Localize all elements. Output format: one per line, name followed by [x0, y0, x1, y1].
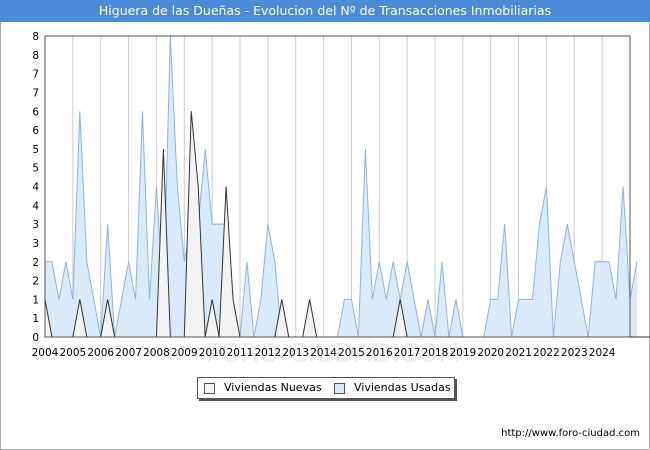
y-tick-label: 1: [32, 313, 39, 325]
x-tick-label: 2017: [394, 347, 421, 359]
y-tick-label: 2: [32, 276, 39, 288]
y-tick-label: 3: [32, 238, 39, 250]
footer-url: http://www.foro-ciudad.com: [501, 428, 640, 439]
y-tick-label: 8: [32, 31, 39, 43]
x-tick-label: 2021: [505, 347, 532, 359]
x-tick-label: 2007: [115, 347, 142, 359]
y-tick-label: 5: [32, 144, 39, 156]
x-tick-label: 2004: [32, 347, 59, 359]
y-tick-label: 7: [32, 69, 39, 81]
chart-area: FORO-CIUDAD.COM 01122334455667788 2004 20…: [32, 31, 650, 369]
x-tick-label: 2008: [143, 347, 170, 359]
x-tick-label: 2011: [227, 347, 254, 359]
x-tick-label: 2018: [422, 347, 449, 359]
y-tick-label: 4: [32, 200, 39, 212]
legend-swatch-nuevas: [204, 383, 215, 394]
x-tick-label: 2024: [589, 347, 616, 359]
y-tick-label: 2: [32, 257, 39, 269]
x-tick-label: 2012: [254, 347, 281, 359]
x-tick-label: 2016: [366, 347, 393, 359]
legend-label-nuevas: Viviendas Nuevas: [224, 381, 322, 394]
y-tick-label: 0: [32, 332, 39, 344]
x-tick-label: 2013: [282, 347, 309, 359]
x-tick-label: 2019: [449, 347, 476, 359]
legend-swatch-usadas: [334, 383, 345, 394]
x-tick-label: 2014: [310, 347, 337, 359]
y-tick-label: 8: [32, 50, 39, 62]
y-tick-label: 3: [32, 219, 39, 231]
legend-label-usadas: Viviendas Usadas: [354, 381, 451, 394]
x-tick-label: 2009: [171, 347, 198, 359]
x-tick-label: 2006: [87, 347, 114, 359]
y-tick-label: 5: [32, 163, 39, 175]
y-tick-label: 6: [32, 125, 39, 137]
y-tick-label: 7: [32, 87, 39, 99]
y-axis-ticks: 0 1 1 2 2 3 3 4 4 5 5 6 6 7 7 8 8: [32, 31, 39, 344]
series-viviendas-usadas: [45, 35, 638, 338]
x-tick-label: 2022: [533, 347, 560, 359]
y-tick-label: 6: [32, 106, 39, 118]
y-tick-label: 4: [32, 182, 39, 194]
chart-title: Higuera de las Dueñas - Evolucion del Nº…: [0, 0, 650, 22]
x-axis-ticks: 2004 2005 2006 2007 2008 2009 2010 2011 2012 2013…: [32, 347, 616, 359]
x-tick-label: 2023: [561, 347, 588, 359]
x-tick-label: 2005: [59, 347, 86, 359]
y-tick-label: 1: [32, 294, 39, 306]
x-tick-label: 2020: [477, 347, 504, 359]
x-tick-label: 2010: [199, 347, 226, 359]
legend: Viviendas Nuevas Viviendas Usadas: [197, 377, 455, 399]
x-tick-label: 2015: [338, 347, 365, 359]
